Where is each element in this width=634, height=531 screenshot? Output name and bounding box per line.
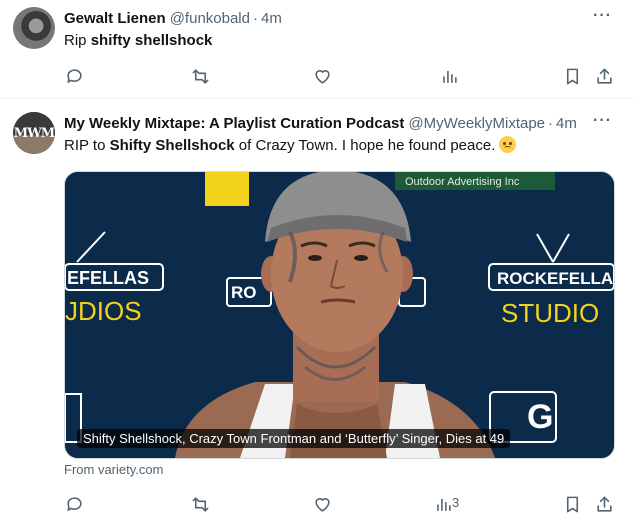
tweet-header: Gewalt Lienen @funkobald · 4m — [64, 7, 282, 29]
tweet-text-prefix: RIP to — [64, 137, 110, 154]
action-bar — [56, 63, 616, 89]
tweet-text-bold: shifty shellshock — [90, 32, 213, 49]
avatar[interactable] — [13, 7, 55, 49]
action-bar: 3 — [56, 491, 616, 517]
link-card-image[interactable]: Outdoor Advertising Inc EFELLAS JDIOS RO… — [64, 171, 615, 459]
avatar[interactable]: MWM — [13, 112, 55, 154]
backdrop-right-bottom: STUDIO — [501, 298, 599, 328]
backdrop-left-top: EFELLAS — [67, 268, 149, 288]
photo-illustration: Outdoor Advertising Inc EFELLAS JDIOS RO… — [65, 172, 614, 458]
separator: · — [252, 9, 258, 27]
share-icon[interactable] — [591, 63, 617, 89]
link-source[interactable]: From variety.com — [64, 462, 163, 477]
retweet-icon[interactable] — [187, 63, 213, 89]
views-icon[interactable] — [436, 63, 462, 89]
tweet-header: My Weekly Mixtape: A Playlist Curation P… — [64, 112, 594, 134]
disappointed-face-icon — [499, 136, 517, 153]
share-icon[interactable] — [591, 491, 617, 517]
tweet-2[interactable]: MWM My Weekly Mixtape: A Playlist Curati… — [0, 99, 634, 531]
backdrop-right-top: ROCKEFELLA — [497, 269, 613, 288]
link-card-caption: Shifty Shellshock, Crazy Town Frontman a… — [77, 429, 511, 448]
retweet-icon[interactable] — [187, 491, 213, 517]
tweet-text-bold: Shifty Shellshock — [109, 137, 235, 154]
handle[interactable]: @funkobald — [170, 10, 250, 27]
reply-icon[interactable] — [61, 63, 87, 89]
tweet-text: RIP to Shifty Shellshock of Crazy Town. … — [64, 136, 517, 154]
more-icon[interactable]: ··· — [593, 7, 612, 25]
tweet-text-suffix: of Crazy Town. I hope he found peace. — [234, 137, 496, 154]
backdrop-left-bottom: JDIOS — [65, 296, 142, 326]
avatar-logo-text: MWM — [13, 112, 55, 154]
views-count: 3 — [452, 495, 460, 510]
backdrop-banner-text: Outdoor Advertising Inc — [405, 176, 520, 188]
backdrop-mid: RO — [231, 283, 257, 302]
timestamp[interactable]: 4m — [556, 115, 577, 132]
like-icon[interactable] — [309, 63, 335, 89]
reply-icon[interactable] — [61, 491, 87, 517]
display-name[interactable]: My Weekly Mixtape: A Playlist Curation P… — [64, 115, 404, 132]
tweet-1[interactable]: Gewalt Lienen @funkobald · 4m ··· Rip sh… — [0, 0, 634, 99]
bookmark-icon[interactable] — [559, 63, 585, 89]
backdrop-bottom-right: G — [527, 398, 553, 436]
bookmark-icon[interactable] — [559, 491, 585, 517]
separator: · — [548, 114, 554, 132]
handle[interactable]: @MyWeeklyMixtape — [408, 115, 545, 132]
display-name[interactable]: Gewalt Lienen — [64, 10, 166, 27]
like-icon[interactable] — [309, 491, 335, 517]
views-icon[interactable]: 3 — [430, 491, 460, 517]
more-icon[interactable]: ··· — [593, 112, 612, 130]
timestamp[interactable]: 4m — [261, 10, 282, 27]
tweet-text: Rip shifty shellshock — [64, 32, 212, 49]
tweet-text-prefix: Rip — [64, 32, 91, 49]
